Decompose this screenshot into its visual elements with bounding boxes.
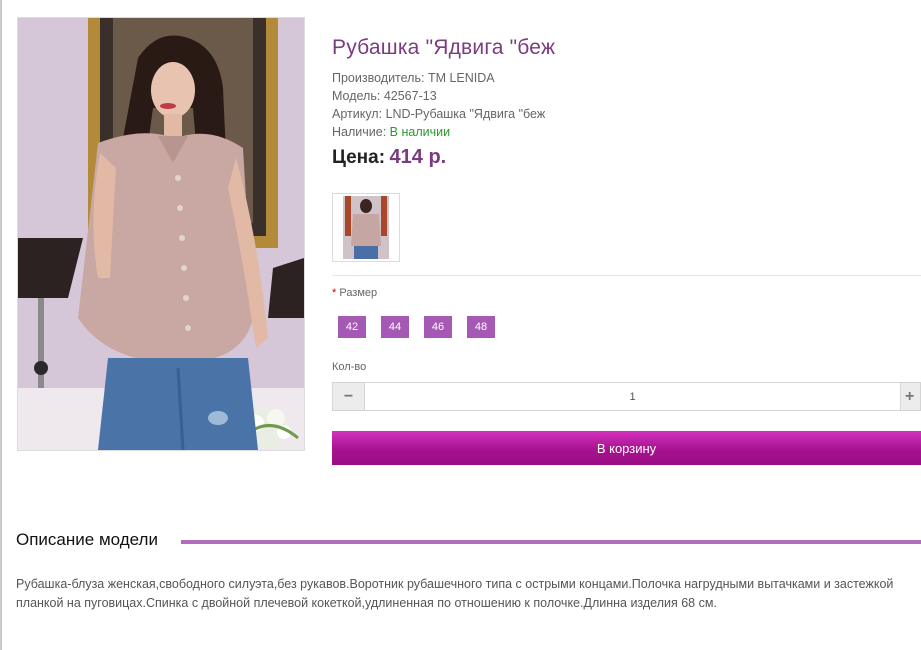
quantity-input[interactable] [365,383,900,410]
availability-label: Наличие: [332,125,387,139]
quantity-decrease-button[interactable]: − [333,383,365,410]
manufacturer-value: TM LENIDA [427,71,495,85]
page-left-border [0,0,2,650]
model-row: Модель: 42567-13 [332,87,545,105]
size-option-46[interactable]: 46 [424,316,452,338]
model-value: 42567-13 [383,89,437,103]
required-mark: * [332,287,337,299]
model-label: Модель: [332,89,381,103]
quantity-label: Кол-во [332,361,367,373]
size-option-44[interactable]: 44 [381,316,409,338]
product-meta: Производитель: TM LENIDA Модель: 42567-1… [332,69,545,141]
price-row: Цена: 414 р. [332,146,446,169]
manufacturer-label: Производитель: [332,71,425,85]
product-thumbnail[interactable] [332,193,400,262]
product-title: Рубашка "Ядвига "беж [332,36,556,59]
sku-label: Артикул: [332,107,383,121]
availability-row: Наличие: В наличии [332,123,545,141]
price-value: 414 р. [389,146,447,168]
price-label: Цена: [332,147,386,168]
sku-value: LND-Рубашка "Ядвига "беж [385,107,546,121]
sku-row: Артикул: LND-Рубашка "Ядвига "беж [332,105,545,123]
size-options: 42 44 46 48 [338,316,495,338]
manufacturer-row: Производитель: TM LENIDA [332,69,545,87]
quantity-stepper: − + [332,382,921,411]
size-option-48[interactable]: 48 [467,316,495,338]
product-main-image[interactable] [17,17,305,451]
size-option-42[interactable]: 42 [338,316,366,338]
description-heading-rule [181,540,921,544]
section-divider [332,275,921,276]
quantity-increase-button[interactable]: + [900,383,920,410]
description-heading: Описание модели [16,530,166,550]
size-label-text: Размер [339,287,378,299]
size-label: * Размер [332,287,377,299]
availability-status: В наличии [389,125,451,139]
description-text: Рубашка-блуза женская,свободного силуэта… [16,577,894,610]
add-to-cart-button[interactable]: В корзину [332,431,921,465]
